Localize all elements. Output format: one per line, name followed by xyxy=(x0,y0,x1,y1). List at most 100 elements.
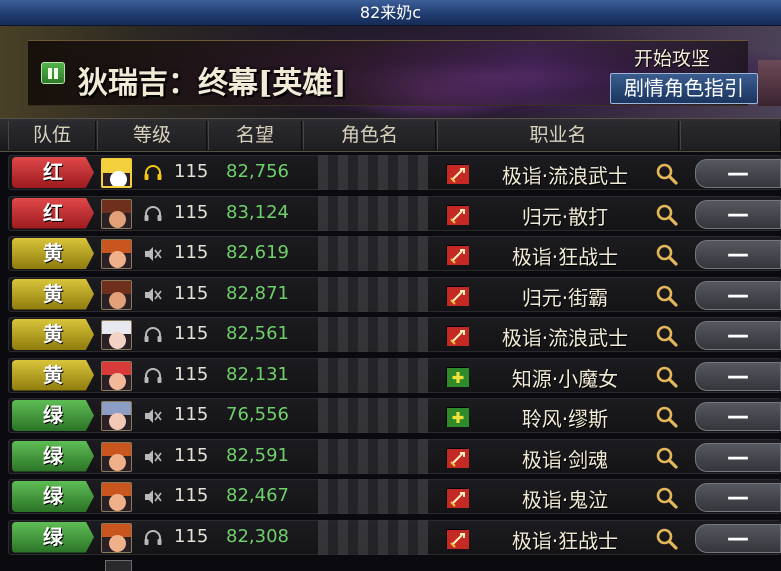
search-icon[interactable] xyxy=(654,323,680,349)
character-name-redacted xyxy=(318,317,428,352)
sword-icon xyxy=(446,245,469,265)
player-avatar xyxy=(101,320,132,350)
player-fame: 82,871 xyxy=(226,282,289,304)
column-level: 等级 xyxy=(97,121,207,150)
player-avatar xyxy=(101,198,132,229)
search-icon[interactable] xyxy=(654,526,680,552)
team-badge[interactable]: 黄 xyxy=(12,278,94,310)
column-class: 职业名 xyxy=(437,121,679,150)
class-name: 聆风·缪斯 xyxy=(521,407,609,431)
player-avatar xyxy=(101,522,132,553)
party-list: 红 115 82,756 极诣·流浪武士 — 红 115 83,124 归元·散… xyxy=(0,152,781,557)
team-badge[interactable]: 绿 xyxy=(12,521,94,553)
player-avatar xyxy=(101,279,132,310)
player-avatar xyxy=(101,360,132,391)
character-name-redacted xyxy=(318,438,428,474)
remove-button[interactable]: — xyxy=(695,321,781,350)
character-name-redacted xyxy=(318,236,428,271)
remove-button[interactable]: — xyxy=(695,442,781,472)
team-badge[interactable]: 绿 xyxy=(12,481,94,512)
player-level: 115 xyxy=(174,363,209,385)
class-name: 极诣·狂战士 xyxy=(511,245,619,269)
speaker-muted-icon[interactable] xyxy=(143,407,163,425)
remove-button[interactable]: — xyxy=(695,402,781,431)
remove-button[interactable]: — xyxy=(695,159,781,188)
sword-icon xyxy=(446,488,469,508)
table-header: 队伍 等级 名望 角色名 职业名 xyxy=(0,118,781,152)
remove-button[interactable]: — xyxy=(695,199,781,229)
headset-icon[interactable] xyxy=(143,529,163,547)
party-row: 红 115 83,124 归元·散打 — xyxy=(0,193,781,234)
character-name-redacted xyxy=(318,357,428,393)
column-action xyxy=(680,121,781,150)
player-level: 115 xyxy=(174,404,209,425)
search-icon[interactable] xyxy=(654,161,680,187)
team-badge[interactable]: 黄 xyxy=(12,359,94,391)
boss-name: 狄瑞吉：终幕[英雄] xyxy=(78,66,347,101)
player-fame: 82,467 xyxy=(226,485,289,506)
party-row: 绿 115 82,591 极诣·剑魂 — xyxy=(0,436,781,477)
player-fame: 82,591 xyxy=(226,444,289,466)
sword-icon xyxy=(446,285,469,306)
search-icon[interactable] xyxy=(654,485,680,511)
headset-icon[interactable] xyxy=(143,205,163,223)
sword-icon xyxy=(446,447,469,468)
party-row: 绿 115 82,308 极诣·狂战士 — xyxy=(0,517,781,558)
team-badge[interactable]: 绿 xyxy=(12,440,94,472)
player-level: 115 xyxy=(174,161,209,182)
speaker-muted-icon[interactable] xyxy=(143,245,163,263)
party-row: 黄 115 82,619 极诣·狂战士 — xyxy=(0,233,781,274)
team-badge[interactable]: 黄 xyxy=(12,319,94,350)
party-row: 黄 115 82,871 归元·街霸 — xyxy=(0,274,781,315)
remove-button[interactable]: — xyxy=(695,240,781,269)
speaker-muted-icon[interactable] xyxy=(143,448,163,466)
character-name-redacted xyxy=(318,155,428,190)
headset-icon[interactable] xyxy=(143,326,163,344)
character-name-redacted xyxy=(318,519,428,555)
search-icon[interactable] xyxy=(654,242,680,268)
story-guide-button[interactable]: 剧情角色指引 xyxy=(610,73,758,104)
remove-button[interactable]: — xyxy=(695,280,781,310)
search-icon[interactable] xyxy=(654,364,680,390)
headset-icon[interactable] xyxy=(143,367,163,385)
player-avatar xyxy=(101,158,132,188)
player-avatar xyxy=(101,441,132,472)
remove-button[interactable]: — xyxy=(695,523,781,553)
speaker-muted-icon[interactable] xyxy=(143,488,163,506)
character-name-redacted xyxy=(318,195,428,231)
player-level: 115 xyxy=(174,485,209,506)
pause-button[interactable] xyxy=(41,62,65,84)
sword-icon xyxy=(446,326,469,346)
team-badge[interactable]: 绿 xyxy=(12,400,94,431)
search-icon[interactable] xyxy=(654,404,680,430)
sword-icon xyxy=(446,528,469,549)
search-icon[interactable] xyxy=(654,283,680,309)
headset-icon[interactable] xyxy=(143,164,163,182)
team-badge[interactable]: 红 xyxy=(12,157,94,188)
party-row: 黄 115 82,561 极诣·流浪武士 — xyxy=(0,314,781,355)
player-level: 115 xyxy=(174,525,209,547)
party-row: 红 115 82,756 极诣·流浪武士 — xyxy=(0,152,781,193)
player-level: 115 xyxy=(174,242,209,263)
player-fame: 83,124 xyxy=(226,201,289,223)
remove-button[interactable]: — xyxy=(695,361,781,391)
search-icon[interactable] xyxy=(654,202,680,228)
remove-button[interactable]: — xyxy=(695,483,781,512)
boss-portrait xyxy=(758,60,781,106)
class-name: 极诣·剑魂 xyxy=(521,447,609,472)
search-icon[interactable] xyxy=(654,445,680,471)
speaker-muted-icon[interactable] xyxy=(143,286,163,304)
scroll-handle[interactable] xyxy=(105,560,132,571)
class-name: 归元·散打 xyxy=(521,204,609,229)
column-character-name: 角色名 xyxy=(303,121,436,150)
player-fame: 82,131 xyxy=(226,363,289,385)
party-row: 绿 115 76,556 聆风·缪斯 — xyxy=(0,395,781,436)
player-fame: 76,556 xyxy=(226,404,289,425)
player-level: 115 xyxy=(174,201,209,223)
class-name: 极诣·狂战士 xyxy=(511,528,619,553)
player-level: 115 xyxy=(174,323,209,344)
player-avatar xyxy=(101,401,132,431)
team-badge[interactable]: 黄 xyxy=(12,238,94,269)
character-name-redacted xyxy=(318,479,428,514)
team-badge[interactable]: 红 xyxy=(12,197,94,229)
